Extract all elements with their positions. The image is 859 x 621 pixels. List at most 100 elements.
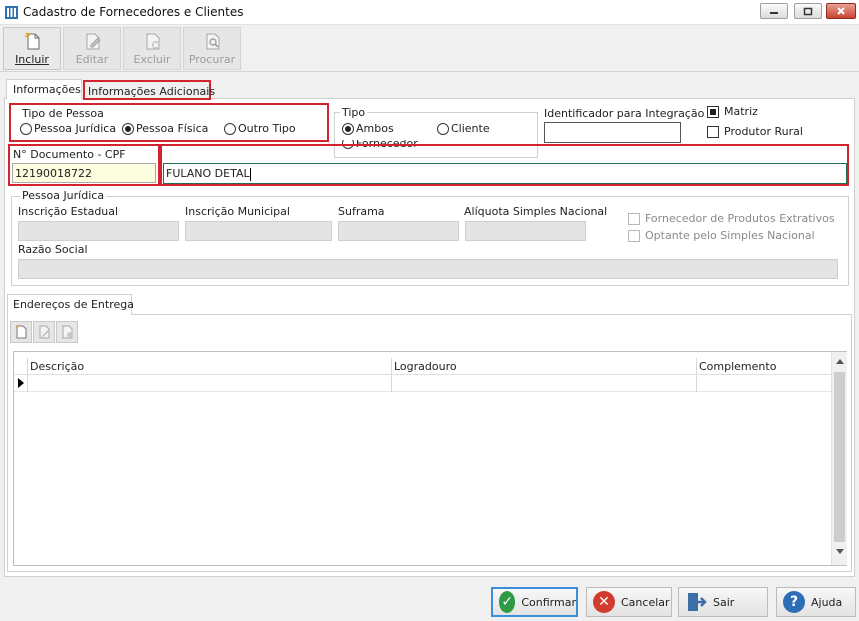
maximize-button[interactable]	[794, 3, 822, 19]
edit-document-icon	[39, 325, 50, 339]
optante-simples-label: Optante pelo Simples Nacional	[645, 229, 815, 242]
enderecos-toolbar	[10, 321, 78, 343]
suframa-input[interactable]	[338, 221, 459, 241]
documento-box: N° Documento - CPF 12190018722	[8, 144, 160, 186]
help-icon: ?	[783, 591, 805, 613]
tipo-pessoa-group: Tipo de Pessoa Pessoa Jurídica Pessoa Fí…	[9, 103, 329, 142]
col-descricao[interactable]: Descrição	[30, 360, 84, 373]
produtor-rural-label: Produtor Rural	[724, 125, 803, 138]
scroll-thumb[interactable]	[834, 372, 845, 542]
sair-label: Sair	[713, 595, 735, 609]
delete-document-icon	[146, 33, 160, 50]
radio-pessoa-fisica[interactable]: Pessoa Física	[122, 122, 208, 135]
razao-social-label: Razão Social	[18, 243, 88, 256]
documento-label: N° Documento - CPF	[13, 148, 126, 161]
enderecos-grid[interactable]: Descrição Logradouro Complemento	[13, 351, 847, 566]
close-icon	[837, 7, 845, 15]
cancelar-button[interactable]: ✕ Cancelar	[586, 587, 672, 617]
suframa-label: Suframa	[338, 205, 385, 218]
scroll-down-icon[interactable]	[836, 549, 844, 555]
row-indicator-icon	[18, 378, 24, 388]
razao-social-input[interactable]	[18, 259, 838, 279]
produtor-rural-checkbox[interactable]: Produtor Rural	[707, 125, 803, 138]
window-title: Cadastro de Fornecedores e Clientes	[23, 5, 244, 19]
nome-value: FULANO DETAL	[166, 167, 250, 180]
produtor-rural-checkbox-box	[707, 125, 719, 138]
grid-col-divider	[696, 358, 697, 392]
excluir-button[interactable]: Excluir	[123, 27, 181, 70]
fornecedor-extrativos-box	[628, 212, 640, 225]
radio-cliente[interactable]: Cliente	[437, 122, 490, 135]
procurar-button[interactable]: Procurar	[183, 27, 241, 70]
documento-value: 12190018722	[15, 167, 92, 180]
text-cursor	[249, 167, 251, 181]
cliente-label: Cliente	[451, 122, 490, 135]
grid-col-divider	[391, 358, 392, 392]
tab-informacoes-label: Informações	[13, 83, 81, 96]
minimize-icon	[770, 12, 778, 14]
nome-input[interactable]: FULANO DETAL	[163, 163, 847, 184]
tipo-pessoa-legend: Tipo de Pessoa	[22, 107, 104, 120]
sair-button[interactable]: Sair	[678, 587, 768, 617]
new-document-icon	[24, 32, 40, 50]
incluir-button[interactable]: Incluir	[3, 27, 61, 70]
search-document-icon	[206, 33, 220, 50]
outro-tipo-label: Outro Tipo	[238, 122, 296, 135]
col-logradouro[interactable]: Logradouro	[394, 360, 457, 373]
matriz-checkbox-box	[707, 105, 719, 118]
ambos-label: Ambos	[356, 122, 394, 135]
grid-header-divider	[14, 374, 831, 375]
matriz-checkbox[interactable]: Matriz	[707, 105, 758, 118]
radio-outro-tipo-circle	[224, 122, 236, 135]
optante-simples-checkbox[interactable]: Optante pelo Simples Nacional	[628, 229, 815, 242]
identificador-input[interactable]	[544, 122, 681, 143]
grid-col-divider	[27, 358, 28, 392]
toolbar: Incluir Editar Excluir Procurar	[0, 26, 859, 72]
inscricao-municipal-input[interactable]	[185, 221, 332, 241]
documento-input[interactable]: 12190018722	[12, 163, 156, 183]
editar-label: Editar	[75, 53, 109, 66]
minimize-button[interactable]	[760, 3, 788, 19]
radio-outro-tipo[interactable]: Outro Tipo	[224, 122, 296, 135]
radio-pessoa-fisica-circle	[122, 122, 134, 135]
radio-ambos[interactable]: Ambos	[342, 122, 394, 135]
radio-pessoa-juridica[interactable]: Pessoa Jurídica	[20, 122, 116, 135]
pessoa-fisica-label: Pessoa Física	[136, 122, 209, 135]
scroll-up-icon[interactable]	[836, 358, 844, 364]
col-complemento[interactable]: Complemento	[699, 360, 776, 373]
edit-endereco-button[interactable]	[33, 321, 55, 343]
ajuda-button[interactable]: ? Ajuda	[776, 587, 856, 617]
delete-endereco-button[interactable]	[56, 321, 78, 343]
optante-simples-box	[628, 229, 640, 242]
pessoa-juridica-legend: Pessoa Jurídica	[20, 189, 107, 202]
app-icon	[5, 6, 18, 19]
nome-box: FULANO DETAL	[160, 144, 849, 186]
radio-cliente-circle	[437, 122, 449, 135]
add-endereco-button[interactable]	[10, 321, 32, 343]
tab-informacoes-adicionais[interactable]: Informações Adicionais	[83, 80, 215, 100]
ajuda-label: Ajuda	[811, 595, 843, 609]
exit-icon	[685, 591, 707, 613]
excluir-label: Excluir	[133, 53, 171, 66]
restore-icon	[803, 7, 813, 15]
tab-enderecos[interactable]: Endereços de Entrega	[7, 294, 134, 315]
grid-scrollbar[interactable]	[831, 352, 847, 565]
incluir-label: Incluir	[15, 53, 49, 66]
title-bar: Cadastro de Fornecedores e Clientes	[0, 0, 859, 25]
cancelar-label: Cancelar	[621, 595, 670, 609]
confirmar-button[interactable]: ✓ Confirmar	[491, 587, 578, 617]
pessoa-juridica-label: Pessoa Jurídica	[34, 122, 117, 135]
editar-button[interactable]: Editar	[63, 27, 121, 70]
tab-informacoes[interactable]: Informações	[6, 79, 82, 99]
tab-adicionais-label: Informações Adicionais	[88, 85, 216, 98]
aliquota-label: Alíquota Simples Nacional	[464, 205, 608, 218]
fornecedor-extrativos-checkbox[interactable]: Fornecedor de Produtos Extrativos	[628, 212, 835, 225]
tipo-legend: Tipo	[340, 106, 368, 119]
aliquota-input[interactable]	[465, 221, 586, 241]
procurar-label: Procurar	[188, 53, 236, 66]
close-button[interactable]	[826, 3, 856, 19]
inscricao-estadual-label: Inscrição Estadual	[18, 205, 119, 218]
edit-document-icon	[86, 33, 101, 50]
confirmar-label: Confirmar	[521, 595, 576, 609]
inscricao-estadual-input[interactable]	[18, 221, 179, 241]
